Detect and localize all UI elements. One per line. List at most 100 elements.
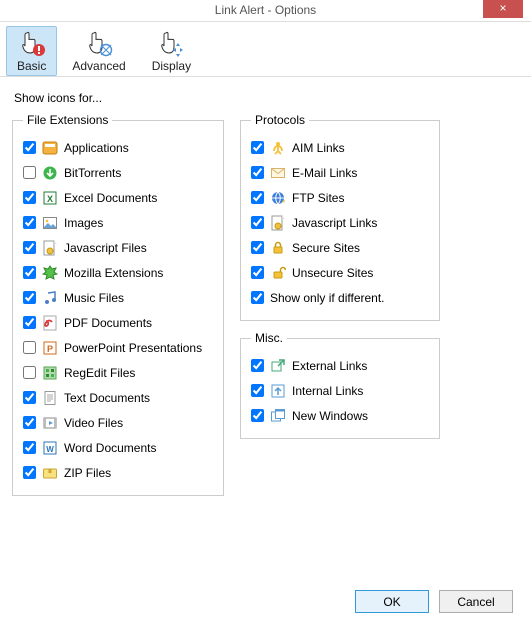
option-label: New Windows (292, 409, 368, 423)
checkbox-regedit-files[interactable] (23, 366, 36, 379)
checkbox-external-links[interactable] (251, 359, 264, 372)
music-icon (42, 290, 58, 306)
option-label: Javascript Links (292, 216, 377, 230)
checkbox-ftp-sites[interactable] (251, 191, 264, 204)
option-row-mozilla-extensions[interactable]: Mozilla Extensions (23, 260, 213, 285)
checkbox-javascript-links[interactable] (251, 216, 264, 229)
js-icon (270, 215, 286, 231)
option-row-applications[interactable]: Applications (23, 135, 213, 160)
zip-icon (42, 465, 58, 481)
toolbar: Basic Advanced Display (0, 22, 531, 77)
option-row-excel-documents[interactable]: X Excel Documents (23, 185, 213, 210)
option-label: Javascript Files (64, 241, 147, 255)
option-row-internal-links[interactable]: Internal Links (251, 378, 429, 403)
option-row-secure-sites[interactable]: Secure Sites (251, 235, 429, 260)
option-row-word-documents[interactable]: WWord Documents (23, 435, 213, 460)
checkbox-video-files[interactable] (23, 416, 36, 429)
group-protocols-legend: Protocols (251, 113, 309, 127)
option-row-bittorrents[interactable]: BitTorrents (23, 160, 213, 185)
option-label: ZIP Files (64, 466, 111, 480)
close-button[interactable]: × (483, 0, 523, 18)
app-icon (42, 140, 58, 156)
internal-icon (270, 383, 286, 399)
option-label: Secure Sites (292, 241, 360, 255)
option-row-regedit-files[interactable]: RegEdit Files (23, 360, 213, 385)
checkbox-applications[interactable] (23, 141, 36, 154)
group-misc-legend: Misc. (251, 331, 287, 345)
option-row-text-documents[interactable]: Text Documents (23, 385, 213, 410)
cursor-icon (87, 29, 111, 57)
option-row-ftp-sites[interactable]: FTP Sites (251, 185, 429, 210)
checkbox-internal-links[interactable] (251, 384, 264, 397)
option-row-show-only-if-different[interactable]: Show only if different. (251, 285, 429, 310)
newwin-icon (270, 408, 286, 424)
excel-icon: X (42, 190, 58, 206)
ftp-icon (270, 190, 286, 206)
option-label: Applications (64, 141, 129, 155)
title-bar: Link Alert - Options × (0, 0, 531, 22)
checkbox-e-mail-links[interactable] (251, 166, 264, 179)
mozilla-icon (42, 265, 58, 281)
option-row-unsecure-sites[interactable]: Unsecure Sites (251, 260, 429, 285)
window-title: Link Alert - Options (215, 3, 316, 17)
option-row-javascript-files[interactable]: Javascript Files (23, 235, 213, 260)
checkbox-word-documents[interactable] (23, 441, 36, 454)
group-file-extensions-legend: File Extensions (23, 113, 112, 127)
option-label: Excel Documents (64, 191, 157, 205)
checkbox-powerpoint-presentations[interactable] (23, 341, 36, 354)
unlock-icon (270, 265, 286, 281)
toolbar-button-advanced[interactable]: Advanced (61, 26, 136, 76)
option-label: Internal Links (292, 384, 363, 398)
option-row-aim-links[interactable]: AIM Links (251, 135, 429, 160)
checkbox-show-only-if-different[interactable] (251, 291, 264, 304)
checkbox-unsecure-sites[interactable] (251, 266, 264, 279)
torrent-icon (42, 165, 58, 181)
option-row-powerpoint-presentations[interactable]: PPowerPoint Presentations (23, 335, 213, 360)
option-label: Mozilla Extensions (64, 266, 163, 280)
toolbar-button-label: Basic (17, 59, 46, 73)
group-file-extensions: File Extensions ApplicationsBitTorrentsX… (12, 113, 224, 496)
option-row-music-files[interactable]: Music Files (23, 285, 213, 310)
option-label: External Links (292, 359, 367, 373)
checkbox-javascript-files[interactable] (23, 241, 36, 254)
external-icon (270, 358, 286, 374)
toolbar-button-basic[interactable]: Basic (6, 26, 57, 76)
option-label: Text Documents (64, 391, 150, 405)
dialog-footer: OK Cancel (355, 590, 513, 613)
checkbox-new-windows[interactable] (251, 409, 264, 422)
ok-button[interactable]: OK (355, 590, 429, 613)
option-row-video-files[interactable]: Video Files (23, 410, 213, 435)
checkbox-bittorrents[interactable] (23, 166, 36, 179)
word-icon: W (42, 440, 58, 456)
option-label: FTP Sites (292, 191, 344, 205)
toolbar-button-display[interactable]: Display (141, 26, 202, 76)
option-row-images[interactable]: Images (23, 210, 213, 235)
checkbox-music-files[interactable] (23, 291, 36, 304)
option-row-javascript-links[interactable]: Javascript Links (251, 210, 429, 235)
checkbox-pdf-documents[interactable] (23, 316, 36, 329)
image-icon (42, 215, 58, 231)
option-row-new-windows[interactable]: New Windows (251, 403, 429, 428)
content-area: Show icons for... File Extensions Applic… (0, 77, 531, 506)
checkbox-zip-files[interactable] (23, 466, 36, 479)
option-row-external-links[interactable]: External Links (251, 353, 429, 378)
toolbar-button-label: Display (152, 59, 191, 73)
lock-icon (270, 240, 286, 256)
svg-text:W: W (46, 445, 54, 454)
option-label: Images (64, 216, 103, 230)
email-icon (270, 165, 286, 181)
checkbox-images[interactable] (23, 216, 36, 229)
group-protocols: Protocols AIM LinksE-Mail Links FTP Sites… (240, 113, 440, 321)
checkbox-text-documents[interactable] (23, 391, 36, 404)
option-row-zip-files[interactable]: ZIP Files (23, 460, 213, 485)
cursor-icon (20, 29, 44, 57)
checkbox-secure-sites[interactable] (251, 241, 264, 254)
cancel-button[interactable]: Cancel (439, 590, 513, 613)
option-label: Show only if different. (270, 291, 385, 305)
option-row-pdf-documents[interactable]: PDF Documents (23, 310, 213, 335)
checkbox-excel-documents[interactable] (23, 191, 36, 204)
checkbox-mozilla-extensions[interactable] (23, 266, 36, 279)
video-icon (42, 415, 58, 431)
checkbox-aim-links[interactable] (251, 141, 264, 154)
option-row-e-mail-links[interactable]: E-Mail Links (251, 160, 429, 185)
